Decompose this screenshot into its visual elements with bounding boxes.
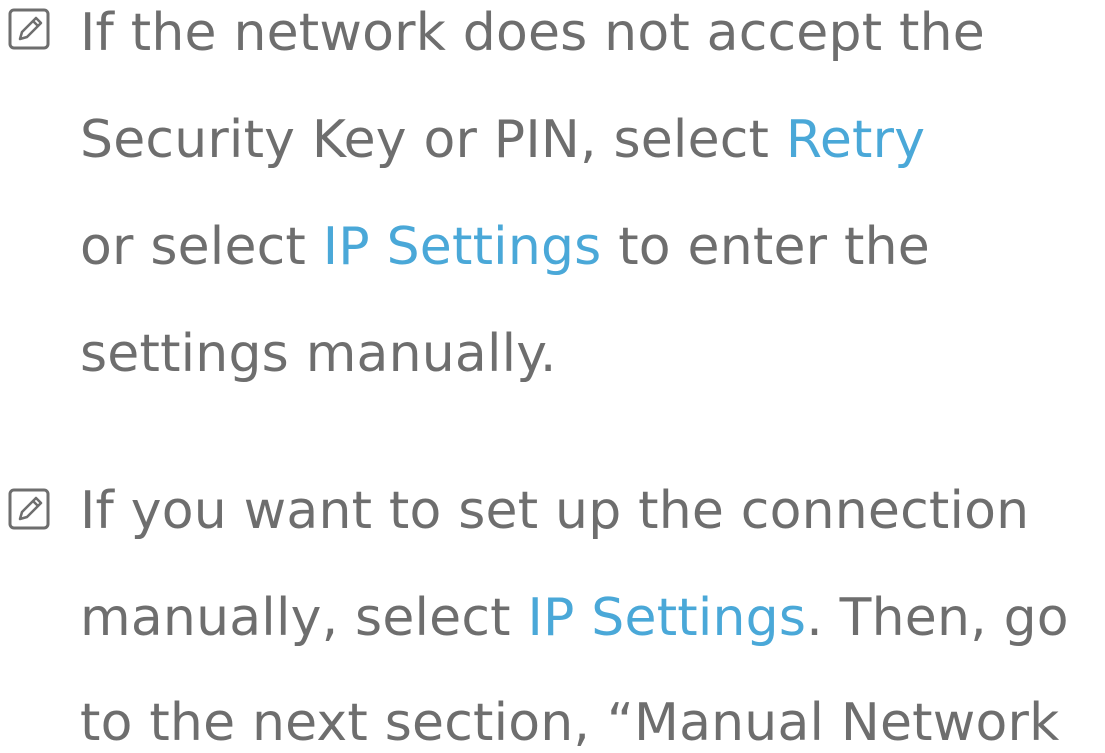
text: Security Key or PIN, select	[80, 110, 786, 170]
note-1-line-2: Security Key or PIN, select Retry	[80, 110, 925, 170]
note-2-line-1: If you want to set up the connection	[80, 481, 1029, 541]
note-1-line-4: settings manually.	[80, 324, 557, 384]
retry-link[interactable]: Retry	[786, 110, 925, 170]
text: to the next section, “Manual Network	[80, 693, 1060, 753]
text: If you want to set up the connection	[80, 481, 1030, 541]
note-1-line-1: If the network does not accept the	[80, 3, 985, 63]
note-2-line-2: manually, select IP Settings. Then, go	[80, 588, 1069, 648]
text: . Then, go	[806, 588, 1069, 648]
ip-settings-link[interactable]: IP Settings	[323, 217, 602, 277]
text: manually, select	[80, 588, 528, 648]
text: If the network does not accept the	[80, 3, 985, 63]
text: to enter the	[601, 217, 930, 277]
text: or select	[80, 217, 323, 277]
note-2-line-3: to the next section, “Manual Network	[80, 693, 1059, 753]
note-pencil-icon	[8, 8, 50, 50]
ip-settings-link[interactable]: IP Settings	[527, 588, 806, 648]
text: settings manually.	[80, 324, 557, 384]
note-pencil-icon	[8, 488, 50, 530]
note-1-line-3: or select IP Settings to enter the	[80, 217, 930, 277]
